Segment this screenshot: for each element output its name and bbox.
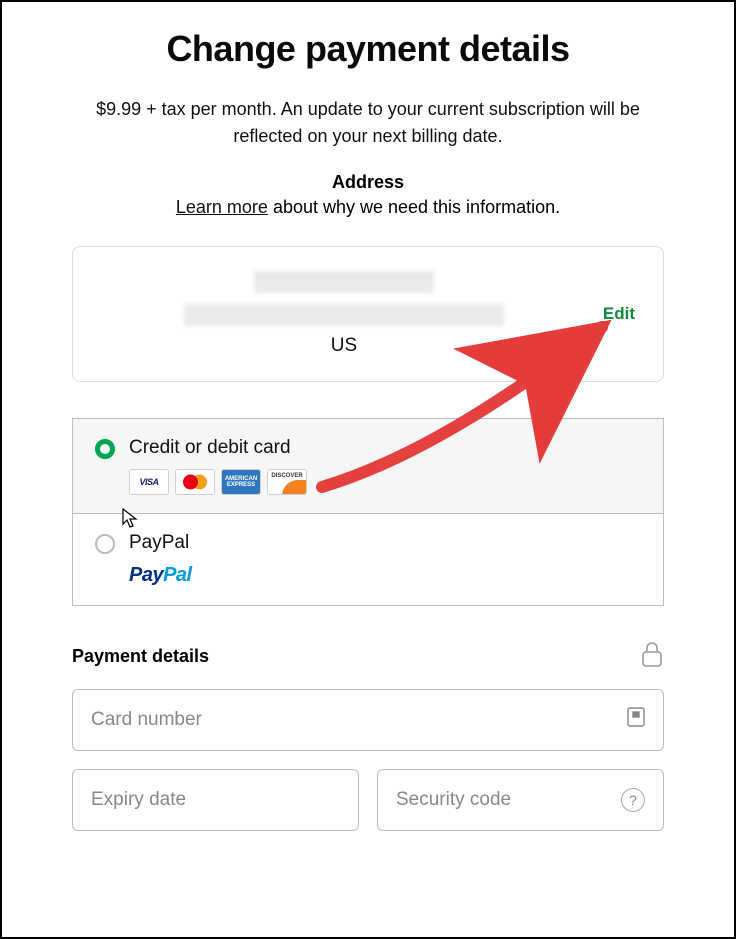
payment-details-heading: Payment details (72, 646, 209, 667)
learn-more-link[interactable]: Learn more (176, 197, 268, 217)
amex-icon: AMERICANEXPRESS (221, 469, 261, 495)
address-heading: Address (72, 172, 664, 193)
expiry-date-placeholder: Expiry date (91, 789, 186, 811)
edit-address-button[interactable]: Edit (603, 304, 635, 324)
security-code-help-icon[interactable]: ? (621, 788, 645, 812)
subscription-summary: $9.99 + tax per month. An update to your… (72, 96, 664, 150)
discover-icon: DISCOVER (267, 469, 307, 495)
address-line-redacted-1 (254, 271, 434, 293)
payment-method-card[interactable]: Credit or debit card VISA AMERICANEXPRES… (73, 419, 663, 514)
expiry-date-input[interactable]: Expiry date (72, 769, 359, 831)
payment-method-paypal[interactable]: PayPal PayPal (73, 514, 663, 605)
address-card: US Edit (72, 246, 664, 382)
page-title: Change payment details (72, 28, 664, 70)
card-chip-icon (627, 707, 645, 733)
card-brand-logos: VISA AMERICANEXPRESS DISCOVER (129, 469, 307, 495)
visa-icon: VISA (129, 469, 169, 495)
mastercard-icon (175, 469, 215, 495)
radio-card[interactable] (95, 439, 115, 459)
radio-paypal[interactable] (95, 534, 115, 554)
paypal-icon: PayPal (129, 564, 192, 587)
payment-method-group: Credit or debit card VISA AMERICANEXPRES… (72, 418, 664, 606)
learn-more-rest: about why we need this information. (268, 197, 560, 217)
lock-icon (640, 640, 664, 673)
address-line-redacted-2 (184, 304, 504, 326)
card-number-placeholder: Card number (91, 709, 202, 731)
security-code-input[interactable]: Security code ? (377, 769, 664, 831)
address-country: US (101, 335, 587, 357)
card-number-input[interactable]: Card number (72, 689, 664, 751)
address-learn-line: Learn more about why we need this inform… (72, 197, 664, 218)
payment-method-card-label: Credit or debit card (129, 437, 307, 459)
security-code-placeholder: Security code (396, 789, 511, 811)
payment-method-paypal-label: PayPal (129, 532, 192, 554)
